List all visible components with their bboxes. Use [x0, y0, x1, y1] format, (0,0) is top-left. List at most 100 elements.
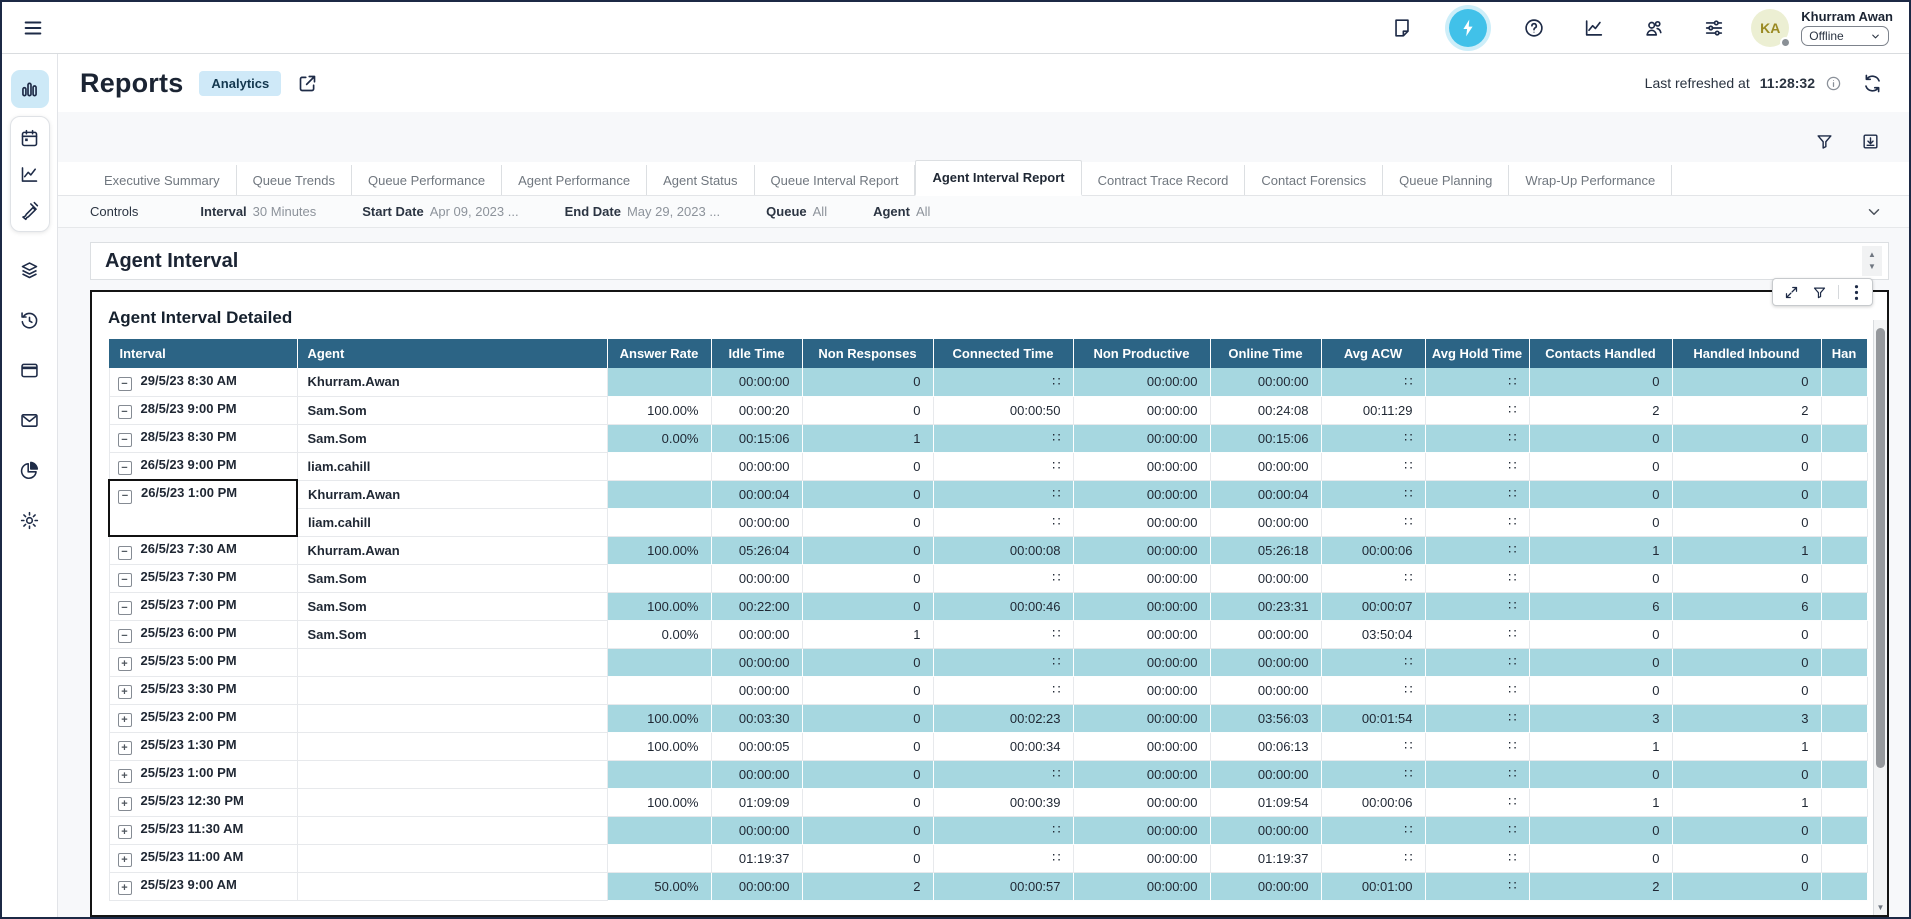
sidebar-item-pie[interactable]: [11, 452, 49, 488]
tab-contact-forensics[interactable]: Contact Forensics: [1245, 165, 1383, 195]
cell-metric[interactable]: ∷: [1321, 844, 1425, 872]
cell-metric[interactable]: 0: [1672, 760, 1821, 788]
cell-interval[interactable]: +25/5/23 3:30 PM: [109, 676, 297, 704]
cell-metric[interactable]: 00:00:00: [1073, 620, 1210, 648]
cell-metric[interactable]: 00:00:39: [933, 788, 1073, 816]
cell-metric[interactable]: 00:00:00: [711, 452, 802, 480]
cell-metric[interactable]: 00:00:08: [933, 536, 1073, 564]
cell-metric[interactable]: 1: [802, 424, 933, 452]
cell-metric[interactable]: 00:00:00: [711, 872, 802, 900]
cell-interval[interactable]: +25/5/23 11:30 AM: [109, 816, 297, 844]
cell-metric[interactable]: 0: [802, 368, 933, 396]
cell-metric[interactable]: 0: [802, 452, 933, 480]
sidebar-item-settings[interactable]: [11, 502, 49, 538]
tab-queue-performance[interactable]: Queue Performance: [352, 165, 502, 195]
cell-metric[interactable]: 0: [1672, 508, 1821, 536]
cell-metric[interactable]: [607, 816, 711, 844]
column-header-agent[interactable]: Agent: [297, 339, 607, 368]
cell-agent[interactable]: [297, 704, 607, 732]
cell-metric[interactable]: 0: [1672, 676, 1821, 704]
cell-metric[interactable]: 100.00%: [607, 732, 711, 760]
cell-metric[interactable]: 00:00:00: [1073, 704, 1210, 732]
cell-interval[interactable]: +25/5/23 1:30 PM: [109, 732, 297, 760]
cell-metric[interactable]: 03:50:04: [1321, 620, 1425, 648]
cell-metric[interactable]: 00:00:00: [1073, 368, 1210, 396]
collapse-row-button[interactable]: −: [118, 461, 132, 475]
cell-metric[interactable]: 00:00:04: [1210, 480, 1321, 508]
cell-metric[interactable]: 2: [1529, 396, 1672, 424]
cell-metric[interactable]: 0: [802, 564, 933, 592]
controls-collapse-chevron[interactable]: [1865, 203, 1883, 221]
cell-metric[interactable]: 00:00:00: [1073, 480, 1210, 508]
column-header-connected-time[interactable]: Connected Time: [933, 339, 1073, 368]
sidebar-item-mail[interactable]: [11, 402, 49, 438]
cell-metric[interactable]: 00:00:00: [1073, 592, 1210, 620]
cell-metric[interactable]: 00:00:00: [1073, 452, 1210, 480]
cell-metric[interactable]: 0.00%: [607, 424, 711, 452]
column-header-answer-rate[interactable]: Answer Rate: [607, 339, 711, 368]
cell-agent[interactable]: Khurram.Awan: [297, 368, 607, 396]
cell-metric[interactable]: 0: [1672, 816, 1821, 844]
cell-metric[interactable]: 00:00:00: [1210, 676, 1321, 704]
cell-metric[interactable]: 0: [1529, 480, 1672, 508]
sidebar-item-window[interactable]: [11, 352, 49, 388]
expand-row-button[interactable]: +: [118, 825, 132, 839]
cell-metric[interactable]: 03:56:03: [1210, 704, 1321, 732]
cell-metric[interactable]: 00:06:13: [1210, 732, 1321, 760]
cell-metric[interactable]: ∷: [1425, 788, 1529, 816]
sidebar-item-design[interactable]: [11, 192, 49, 228]
cell-metric[interactable]: [607, 760, 711, 788]
cell-metric[interactable]: 0: [802, 788, 933, 816]
cell-metric[interactable]: 05:26:18: [1210, 536, 1321, 564]
tab-agent-interval-report[interactable]: Agent Interval Report: [915, 160, 1081, 196]
cell-metric-partial[interactable]: [1821, 480, 1867, 508]
cell-metric[interactable]: ∷: [1425, 620, 1529, 648]
cell-metric[interactable]: 2: [1529, 872, 1672, 900]
cell-interval[interactable]: −25/5/23 7:30 PM: [109, 564, 297, 592]
column-header-avg-hold-time[interactable]: Avg Hold Time: [1425, 339, 1529, 368]
cell-metric-partial[interactable]: [1821, 704, 1867, 732]
cell-metric[interactable]: 0: [1672, 480, 1821, 508]
quick-actions-icon[interactable]: [1449, 9, 1487, 47]
collapse-row-button[interactable]: −: [118, 490, 132, 504]
cell-metric-partial[interactable]: [1821, 620, 1867, 648]
cell-metric[interactable]: 0: [1529, 844, 1672, 872]
cell-metric[interactable]: 00:00:00: [1073, 816, 1210, 844]
cell-metric[interactable]: 00:00:05: [711, 732, 802, 760]
open-external-icon[interactable]: [297, 73, 318, 94]
cell-metric[interactable]: 0: [1529, 452, 1672, 480]
cell-metric[interactable]: ∷: [933, 760, 1073, 788]
cell-metric[interactable]: 00:00:00: [1210, 872, 1321, 900]
cell-metric[interactable]: 0: [1529, 676, 1672, 704]
cell-metric[interactable]: 00:00:00: [711, 816, 802, 844]
cell-metric-partial[interactable]: [1821, 396, 1867, 424]
cell-metric[interactable]: 0: [802, 536, 933, 564]
column-header-non-responses[interactable]: Non Responses: [802, 339, 933, 368]
cell-metric[interactable]: 00:00:00: [1073, 872, 1210, 900]
focus-mode-icon[interactable]: [1782, 283, 1800, 301]
cell-metric[interactable]: 100.00%: [607, 396, 711, 424]
cell-metric[interactable]: ∷: [933, 424, 1073, 452]
cell-metric[interactable]: ∷: [1321, 564, 1425, 592]
cell-metric[interactable]: 00:15:06: [1210, 424, 1321, 452]
cell-metric[interactable]: 50.00%: [607, 872, 711, 900]
cell-metric[interactable]: 00:00:00: [711, 508, 802, 536]
cell-metric[interactable]: ∷: [933, 564, 1073, 592]
cell-metric[interactable]: 00:00:00: [1210, 564, 1321, 592]
cell-metric[interactable]: 3: [1529, 704, 1672, 732]
cell-agent[interactable]: [297, 676, 607, 704]
cell-metric[interactable]: ∷: [1425, 760, 1529, 788]
cell-metric[interactable]: 0: [1672, 424, 1821, 452]
cell-metric[interactable]: 00:00:00: [1073, 676, 1210, 704]
cell-agent[interactable]: Sam.Som: [297, 396, 607, 424]
cell-metric[interactable]: ∷: [1425, 368, 1529, 396]
cell-metric[interactable]: 0: [802, 732, 933, 760]
cell-metric-partial[interactable]: [1821, 564, 1867, 592]
cell-metric-partial[interactable]: [1821, 816, 1867, 844]
collapse-row-button[interactable]: −: [118, 573, 132, 587]
cell-metric[interactable]: 1: [1529, 788, 1672, 816]
cell-metric[interactable]: 00:00:00: [1210, 760, 1321, 788]
cell-metric[interactable]: ∷: [933, 452, 1073, 480]
cell-metric[interactable]: 0: [1672, 368, 1821, 396]
cell-metric[interactable]: 00:00:00: [1073, 760, 1210, 788]
